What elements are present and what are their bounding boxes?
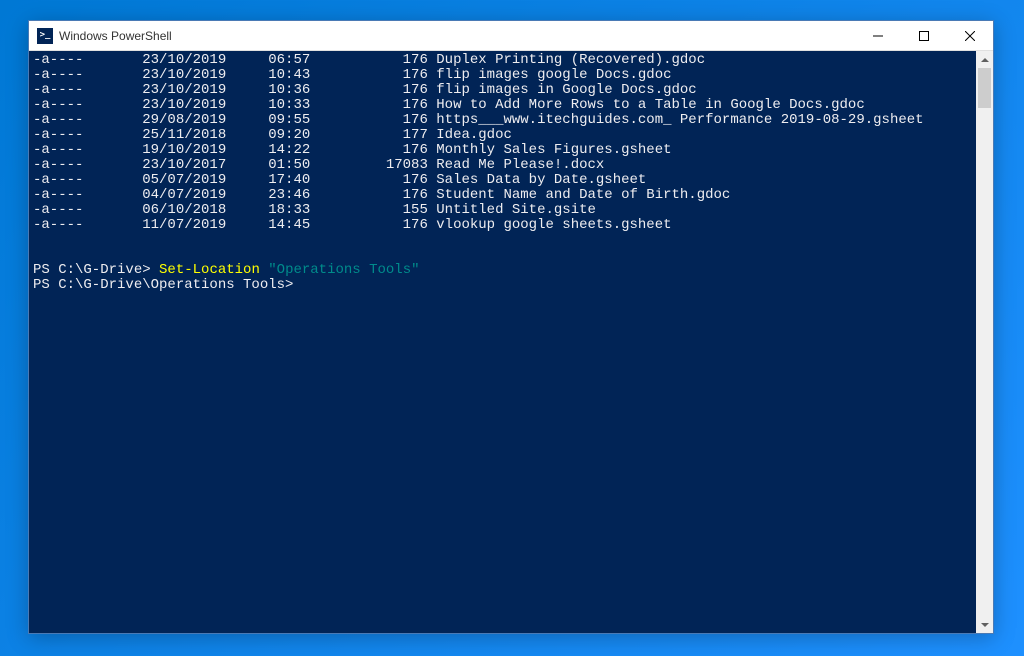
file-row: -a---- 19/10/2019 14:22 176 Monthly Sale… [33, 143, 976, 158]
file-row: -a---- 23/10/2019 06:57 176 Duplex Print… [33, 53, 976, 68]
file-row: -a---- 23/10/2017 01:50 17083 Read Me Pl… [33, 158, 976, 173]
scrollbar[interactable] [976, 51, 993, 633]
maximize-button[interactable] [901, 21, 947, 50]
powershell-window: Windows PowerShell -a---- 23/10/2019 06:… [28, 20, 994, 634]
blank-line [33, 248, 976, 263]
cursor [302, 279, 310, 293]
file-row: -a---- 23/10/2019 10:43 176 flip images … [33, 68, 976, 83]
file-row: -a---- 05/07/2019 17:40 176 Sales Data b… [33, 173, 976, 188]
prompt-line-current[interactable]: PS C:\G-Drive\Operations Tools> [33, 278, 976, 293]
scroll-down-button[interactable] [976, 616, 993, 633]
scroll-up-button[interactable] [976, 51, 993, 68]
terminal-output[interactable]: -a---- 23/10/2019 06:57 176 Duplex Print… [29, 51, 976, 633]
terminal-wrapper: -a---- 23/10/2019 06:57 176 Duplex Print… [29, 51, 993, 633]
file-row: -a---- 25/11/2018 09:20 177 Idea.gdoc [33, 128, 976, 143]
close-button[interactable] [947, 21, 993, 50]
window-title: Windows PowerShell [59, 29, 855, 43]
powershell-icon [37, 28, 53, 44]
cmd-argument: "Operations Tools" [268, 262, 419, 278]
file-row: -a---- 06/10/2018 18:33 155 Untitled Sit… [33, 203, 976, 218]
prompt-line: PS C:\G-Drive> Set-Location "Operations … [33, 263, 976, 278]
blank-line [33, 233, 976, 248]
minimize-button[interactable] [855, 21, 901, 50]
window-controls [855, 21, 993, 50]
file-row: -a---- 23/10/2019 10:36 176 flip images … [33, 83, 976, 98]
file-row: -a---- 11/07/2019 14:45 176 vlookup goog… [33, 218, 976, 233]
scroll-thumb[interactable] [978, 68, 991, 108]
file-row: -a---- 04/07/2019 23:46 176 Student Name… [33, 188, 976, 203]
file-row: -a---- 29/08/2019 09:55 176 https___www.… [33, 113, 976, 128]
titlebar[interactable]: Windows PowerShell [29, 21, 993, 51]
file-row: -a---- 23/10/2019 10:33 176 How to Add M… [33, 98, 976, 113]
cmdlet: Set-Location [159, 262, 260, 278]
